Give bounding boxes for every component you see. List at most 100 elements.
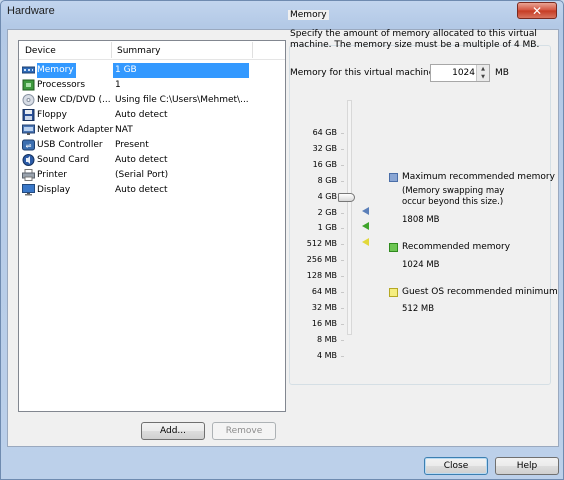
device-row-network-adapter[interactable]: Network Adapter NAT: [19, 123, 285, 138]
scale-tick-mark: [341, 228, 344, 230]
scale-tick-mark: [341, 355, 344, 357]
memory-slider-thumb[interactable]: [338, 193, 355, 202]
scale-tick-label: 64 GB: [312, 128, 337, 137]
device-list-header: Device Summary: [19, 41, 285, 60]
scale-tick-mark: [341, 307, 344, 309]
device-row-display[interactable]: Display Auto detect: [19, 183, 285, 198]
guest-minimum-marker: [362, 238, 369, 246]
scale-tick-mark: [341, 148, 344, 150]
scale-tick-label: 16 MB: [311, 318, 337, 328]
device-row-floppy[interactable]: Floppy Auto detect: [19, 108, 285, 123]
scale-tick-mark: [341, 292, 344, 293]
max-recommended-note-1: (Memory swapping may: [402, 186, 505, 196]
device-name: New CD/DVD (...: [37, 95, 111, 105]
guest-minimum-value: 512 MB: [402, 304, 435, 314]
title-bar: Hardware ✕: [1, 1, 563, 23]
device-name: Network Adapter: [37, 125, 114, 135]
device-row-usb-controller[interactable]: ⇌ USB Controller Present: [19, 138, 285, 153]
max-recommended-label: Maximum recommended memory: [402, 172, 555, 182]
scale-tick-label: 512 MB: [306, 239, 337, 249]
device-name: Memory: [37, 63, 76, 78]
memory-icon: [21, 64, 36, 76]
device-name: Display: [37, 185, 71, 195]
scale-tick-mark: [341, 133, 344, 134]
device-list[interactable]: Device Summary Memory 1 GB Processors 1 New …: [18, 40, 286, 412]
memory-slider-track[interactable]: [347, 100, 352, 335]
scale-tick-mark: [341, 276, 344, 278]
scale-tick-label: 32 GB: [312, 143, 337, 153]
device-summary: Auto detect: [115, 155, 168, 165]
memory-value[interactable]: 1024: [452, 68, 475, 78]
help-button[interactable]: Help: [495, 457, 559, 475]
scale-tick-label: 256 MB: [306, 255, 337, 265]
scale-tick-label: 64 MB: [311, 287, 337, 296]
scale-tick-mark: [341, 244, 344, 246]
device-name: Printer: [37, 170, 67, 180]
device-summary: Auto detect: [115, 110, 168, 120]
max-recommended-value: 1808 MB: [402, 215, 440, 225]
device-summary: 1 GB: [113, 63, 249, 78]
memory-field-label: Memory for this virtual machine:: [290, 68, 438, 78]
device-row-printer[interactable]: Printer (Serial Port): [19, 168, 285, 183]
usb-icon: ⇌: [22, 139, 35, 151]
display-icon: [22, 184, 35, 196]
column-device[interactable]: Device: [25, 46, 56, 56]
scale-tick-label: 1 GB: [317, 223, 337, 233]
memory-description: Specify the amount of memory allocated t…: [290, 29, 540, 50]
scale-tick-mark: [341, 180, 344, 182]
column-separator[interactable]: [111, 42, 112, 58]
guest-minimum-swatch: [389, 288, 398, 297]
column-summary[interactable]: Summary: [117, 46, 161, 56]
device-row-new-cd-dvd[interactable]: New CD/DVD (... Using file C:\Users\Mehme…: [19, 93, 285, 108]
recommended-label: Recommended memory: [402, 242, 511, 252]
close-button[interactable]: Close: [424, 457, 488, 475]
scale-tick-mark: [341, 212, 344, 214]
scale-tick-label: 16 GB: [312, 159, 337, 169]
processor-icon: [22, 79, 35, 91]
floppy-icon: [22, 109, 35, 121]
dialog-client: Device Summary Memory 1 GB Processors 1 New …: [7, 29, 559, 447]
memory-group-label: Memory: [288, 10, 329, 20]
scale-tick-label: 128 MB: [306, 271, 337, 281]
guest-minimum-label: Guest OS recommended minimum: [402, 287, 558, 297]
max-recommended-swatch: [389, 173, 398, 182]
max-recommended-marker: [362, 207, 369, 215]
column-separator[interactable]: [252, 42, 253, 58]
svg-text:⇌: ⇌: [26, 142, 32, 150]
device-summary: NAT: [115, 125, 133, 135]
chevron-down-icon[interactable]: ▼: [477, 73, 489, 81]
scale-tick-mark: [341, 323, 344, 325]
close-window-button[interactable]: ✕: [517, 2, 557, 19]
device-name: Processors: [37, 80, 86, 90]
scale-tick-label: 2 GB: [317, 207, 337, 217]
memory-stepper[interactable]: ▲ ▼: [476, 65, 489, 81]
scale-tick-mark: [341, 164, 344, 166]
device-row-sound-card[interactable]: Sound Card Auto detect: [19, 153, 285, 168]
recommended-swatch: [389, 243, 398, 252]
add-device-button[interactable]: Add...: [141, 422, 205, 440]
device-summary: Present: [115, 140, 149, 150]
scale-tick-label: 4 MB: [316, 350, 337, 360]
remove-device-button[interactable]: Remove: [212, 422, 276, 440]
scale-tick-label: 8 GB: [317, 175, 337, 185]
device-name: USB Controller: [37, 140, 103, 150]
scale-tick-mark: [341, 260, 344, 262]
sound-card-icon: [22, 154, 35, 166]
scale-tick-label: 32 MB: [311, 302, 337, 312]
cd-dvd-icon: [22, 94, 35, 106]
device-summary: 1: [115, 80, 121, 90]
device-row-processors[interactable]: Processors 1: [19, 78, 285, 93]
scale-tick-label: 8 MB: [316, 334, 337, 344]
device-name: Floppy: [37, 110, 67, 120]
device-summary: Auto detect: [115, 185, 168, 195]
scale-tick-mark: [341, 339, 344, 341]
network-adapter-icon: [22, 124, 35, 136]
window-title: Hardware: [7, 5, 55, 17]
device-row-memory[interactable]: Memory 1 GB: [19, 63, 285, 78]
device-name: Sound Card: [37, 155, 90, 165]
chevron-up-icon[interactable]: ▲: [477, 65, 489, 73]
memory-input[interactable]: 1024 ▲ ▼: [430, 64, 490, 82]
device-summary: Using file C:\Users\Mehmet\...: [115, 95, 249, 105]
device-summary: (Serial Port): [115, 170, 169, 180]
hardware-dialog: Hardware ✕ Device Summary Memory 1 GB Proc…: [0, 0, 564, 480]
